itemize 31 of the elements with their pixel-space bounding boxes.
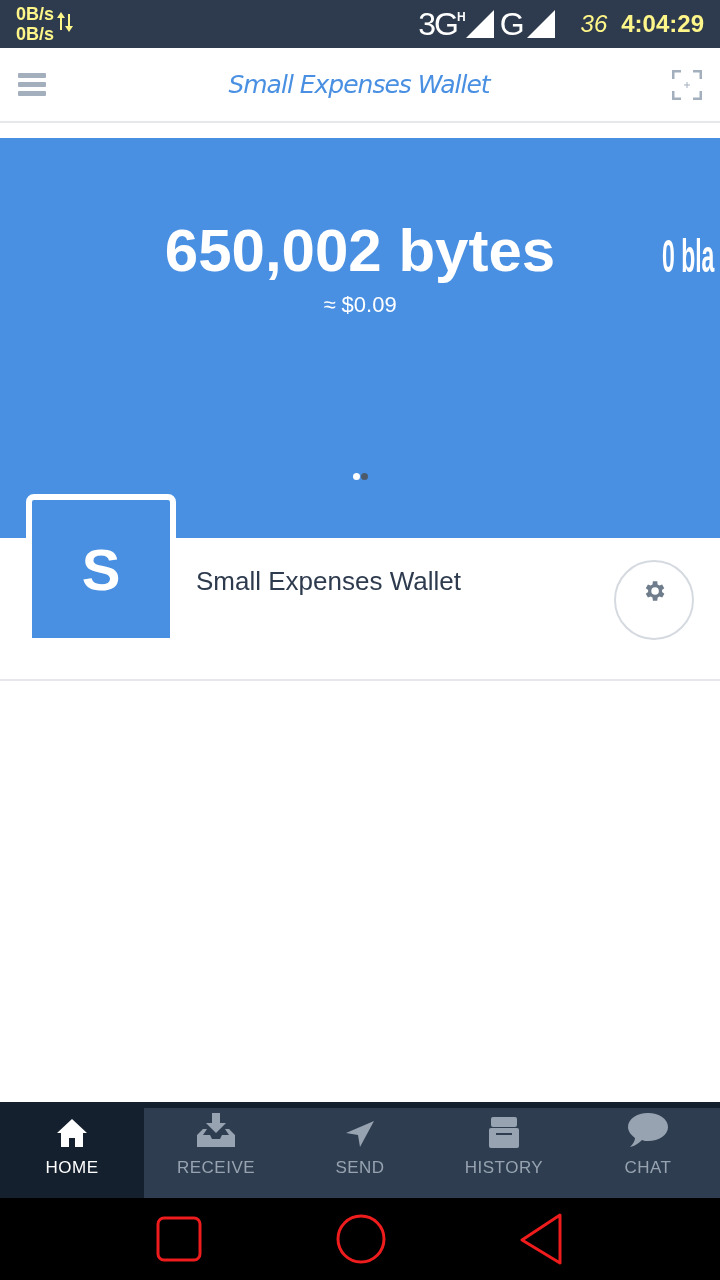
- fiat-value: ≈ $0.09: [323, 291, 397, 319]
- network-type: G: [499, 5, 525, 44]
- nav-tab[interactable]: RECEIVE: [144, 1108, 288, 1198]
- battery-level: 36: [580, 9, 608, 39]
- download-tray-icon: [195, 1112, 237, 1149]
- header-title: Small Expenses Wallet: [228, 68, 490, 101]
- nav-tab[interactable]: SEND: [288, 1108, 432, 1198]
- nav-tab[interactable]: HOME: [0, 1108, 144, 1198]
- archive-box-icon: [488, 1114, 520, 1149]
- speech-bubble-icon: [627, 1110, 669, 1149]
- network-label: H: [457, 9, 466, 24]
- signal-icon: [526, 10, 555, 38]
- wallet-initial: S: [81, 535, 121, 604]
- data-arrows-icon: [57, 10, 74, 34]
- signal-icon: [465, 10, 494, 38]
- next-balance-text: 0 bla: [662, 229, 715, 284]
- paper-plane-icon: [344, 1118, 376, 1149]
- scan-icon[interactable]: [672, 69, 702, 100]
- upload-speed: 0B/s: [16, 4, 55, 24]
- nav-tab[interactable]: HISTORY: [432, 1108, 576, 1198]
- nav-tab[interactable]: CHAT: [576, 1108, 720, 1198]
- download-speed: 0B/s: [16, 24, 55, 44]
- home-circle-icon[interactable]: [336, 1214, 386, 1264]
- network-type: 3G: [418, 5, 457, 44]
- balance-amount: 650,002 bytes: [164, 216, 556, 286]
- clock: 4:04:29: [621, 9, 704, 39]
- wallet-name: Small Expenses Wallet: [196, 565, 461, 598]
- menu-icon[interactable]: [18, 73, 46, 96]
- recents-icon[interactable]: [156, 1216, 202, 1262]
- house-icon: [55, 1116, 89, 1149]
- back-icon[interactable]: [520, 1213, 564, 1265]
